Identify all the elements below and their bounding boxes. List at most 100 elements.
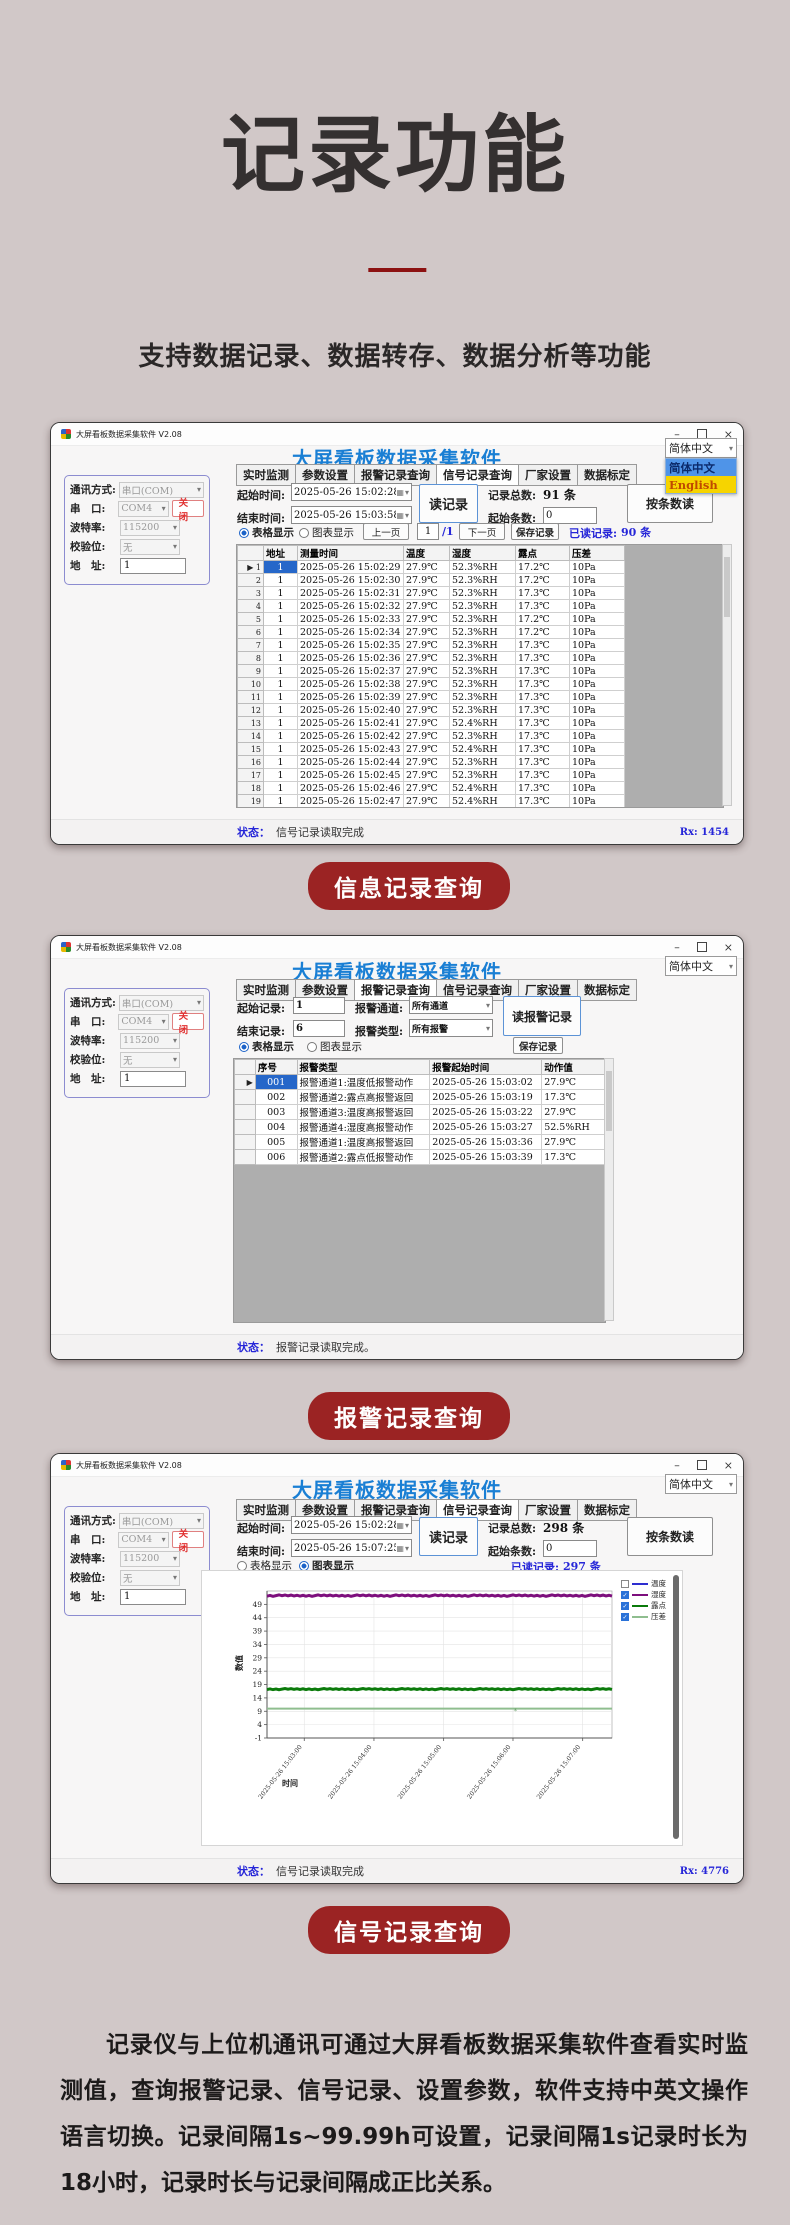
table-row[interactable]: 1912025-05-26 15:02:4727.9℃52.4%RH17.3℃1… — [238, 795, 625, 808]
table-row[interactable]: 006报警通道2:露点低报警动作2025-05-26 15:03:3917.3℃ — [235, 1150, 605, 1165]
start-index-input[interactable]: 0 — [543, 507, 597, 524]
table-row[interactable]: ▶ 001报警通道1:温度低报警动作2025-05-26 15:03:0227.… — [235, 1075, 605, 1090]
language-option[interactable]: English — [666, 476, 736, 493]
close-port-button[interactable]: 关闭 — [172, 1531, 204, 1548]
chart-view-radio[interactable]: 图表显示 — [299, 525, 354, 540]
column-header[interactable]: 报警起始时间 — [430, 1060, 542, 1075]
next-page-button[interactable]: 下一页 — [459, 523, 505, 540]
table-row[interactable]: 003报警通道3:温度高报警返回2025-05-26 15:03:2227.9℃ — [235, 1105, 605, 1120]
start-index-input[interactable]: 0 — [543, 1540, 597, 1557]
address-input[interactable]: 1 — [120, 558, 186, 574]
table-row[interactable]: 612025-05-26 15:02:3427.9℃52.3%RH17.2℃10… — [238, 626, 625, 639]
prev-page-button[interactable]: 上一页 — [363, 523, 409, 540]
language-option[interactable]: 简体中文 — [666, 459, 736, 476]
table-row[interactable]: 1812025-05-26 15:02:4627.9℃52.4%RH17.3℃1… — [238, 782, 625, 795]
tab-实时监测[interactable]: 实时监测 — [236, 979, 296, 1001]
parity-select[interactable]: 无▾ — [120, 1570, 180, 1586]
table-row[interactable]: 412025-05-26 15:02:3227.9℃52.3%RH17.3℃10… — [238, 600, 625, 613]
table-row[interactable]: 212025-05-26 15:02:3027.9℃52.3%RH17.2℃10… — [238, 574, 625, 587]
read-records-button[interactable]: 读记录 — [419, 1517, 478, 1556]
column-header[interactable]: 地址 — [264, 546, 298, 561]
end-time-input[interactable]: 2025-05-26 15:03:58▦▾ — [291, 506, 412, 524]
port-select[interactable]: COM4▾ — [118, 501, 168, 517]
table-row[interactable]: 004报警通道4:湿度高报警动作2025-05-26 15:03:2752.5%… — [235, 1120, 605, 1135]
minimize-icon[interactable]: – — [674, 1460, 680, 1471]
table-row[interactable]: 312025-05-26 15:02:3127.9℃52.3%RH17.3℃10… — [238, 587, 625, 600]
language-select[interactable]: 简体中文 ▾ — [665, 438, 737, 458]
read-by-count-button[interactable]: 按条数读 — [627, 1517, 713, 1556]
table-row[interactable]: 1212025-05-26 15:02:4027.9℃52.3%RH17.3℃1… — [238, 704, 625, 717]
column-header[interactable]: 测量时间 — [298, 546, 404, 561]
table-row[interactable]: 2012025-05-26 15:02:4827.9℃52.4%RH17.3℃1… — [238, 808, 625, 809]
alarm-type-select[interactable]: 所有报警▾ — [409, 1019, 493, 1037]
table-scrollbar[interactable] — [722, 544, 732, 806]
baud-select[interactable]: 115200▾ — [120, 520, 180, 536]
column-header[interactable]: 露点 — [516, 546, 570, 561]
port-select[interactable]: COM4▾ — [118, 1532, 168, 1548]
chart-scrollbar[interactable] — [673, 1575, 679, 1839]
parity-select[interactable]: 无▾ — [120, 1052, 180, 1068]
legend-checkbox[interactable]: ✓ — [621, 1591, 629, 1599]
table-view-radio[interactable]: 表格显示 — [239, 1039, 294, 1054]
legend-checkbox[interactable]: ✓ — [621, 1613, 629, 1621]
column-header[interactable]: 温度 — [404, 546, 450, 561]
read-alarm-records-button[interactable]: 读报警记录 — [503, 996, 581, 1036]
close-port-button[interactable]: 关闭 — [172, 500, 204, 517]
end-record-input[interactable]: 6 — [293, 1020, 345, 1037]
column-header[interactable]: 动作值 — [542, 1060, 605, 1075]
save-records-button[interactable]: 保存记录 — [511, 523, 559, 540]
column-header[interactable]: 压差 — [570, 546, 625, 561]
table-scrollbar[interactable] — [604, 1058, 614, 1321]
column-header[interactable]: 序号 — [255, 1060, 297, 1075]
tab-厂家设置[interactable]: 厂家设置 — [519, 464, 578, 486]
minimize-icon[interactable]: – — [674, 942, 680, 953]
table-row[interactable]: 912025-05-26 15:02:3727.9℃52.3%RH17.3℃10… — [238, 665, 625, 678]
maximize-icon[interactable] — [697, 942, 707, 952]
table-row[interactable]: 812025-05-26 15:02:3627.9℃52.3%RH17.3℃10… — [238, 652, 625, 665]
start-time-input[interactable]: 2025-05-26 15:02:28▦▾ — [291, 1516, 412, 1534]
table-row[interactable]: 1412025-05-26 15:02:4227.9℃52.3%RH17.3℃1… — [238, 730, 625, 743]
save-records-button[interactable]: 保存记录 — [513, 1037, 563, 1054]
close-icon[interactable]: × — [724, 942, 733, 953]
table-row[interactable]: 1312025-05-26 15:02:4127.9℃52.4%RH17.3℃1… — [238, 717, 625, 730]
read-records-button[interactable]: 读记录 — [419, 484, 478, 523]
table-row[interactable]: 712025-05-26 15:02:3527.9℃52.3%RH17.3℃10… — [238, 639, 625, 652]
alarm-channel-select[interactable]: 所有通道▾ — [409, 996, 493, 1014]
maximize-icon[interactable] — [697, 1460, 707, 1470]
tab-实时监测[interactable]: 实时监测 — [236, 464, 296, 486]
legend-checkbox[interactable]: ✓ — [621, 1602, 629, 1610]
language-select[interactable]: 简体中文 ▾ — [665, 956, 737, 976]
start-record-input[interactable]: 1 — [293, 997, 345, 1014]
port-select[interactable]: COM4▾ — [118, 1014, 168, 1030]
table-row[interactable]: 1712025-05-26 15:02:4527.9℃52.3%RH17.3℃1… — [238, 769, 625, 782]
table-row[interactable]: 005报警通道1:温度高报警返回2025-05-26 15:03:3627.9℃ — [235, 1135, 605, 1150]
chart-view-radio[interactable]: 图表显示 — [307, 1039, 362, 1054]
column-header[interactable]: 湿度 — [450, 546, 516, 561]
tab-实时监测[interactable]: 实时监测 — [236, 1499, 296, 1521]
page-number-input[interactable]: 1 — [417, 523, 439, 540]
baud-select[interactable]: 115200▾ — [120, 1551, 180, 1567]
tab-数据标定[interactable]: 数据标定 — [578, 464, 637, 486]
tab-信号记录查询[interactable]: 信号记录查询 — [437, 464, 519, 486]
close-port-button[interactable]: 关闭 — [172, 1013, 204, 1030]
table-row[interactable]: 1012025-05-26 15:02:3827.9℃52.3%RH17.3℃1… — [238, 678, 625, 691]
tab-厂家设置[interactable]: 厂家设置 — [519, 1499, 578, 1521]
table-row[interactable]: 512025-05-26 15:02:3327.9℃52.3%RH17.2℃10… — [238, 613, 625, 626]
table-row[interactable]: 1512025-05-26 15:02:4327.9℃52.4%RH17.3℃1… — [238, 743, 625, 756]
baud-select[interactable]: 115200▾ — [120, 1033, 180, 1049]
language-select[interactable]: 简体中文 ▾ — [665, 1474, 737, 1494]
column-header[interactable]: 报警类型 — [297, 1060, 430, 1075]
close-icon[interactable]: × — [724, 1460, 733, 1471]
end-time-input[interactable]: 2025-05-26 15:07:25▦▾ — [291, 1539, 412, 1557]
tab-数据标定[interactable]: 数据标定 — [578, 979, 637, 1001]
address-input[interactable]: 1 — [120, 1071, 186, 1087]
table-view-radio[interactable]: 表格显示 — [239, 525, 294, 540]
table-row[interactable]: 1612025-05-26 15:02:4427.9℃52.3%RH17.3℃1… — [238, 756, 625, 769]
start-time-input[interactable]: 2025-05-26 15:02:28▦▾ — [291, 483, 412, 501]
legend-checkbox[interactable] — [621, 1580, 629, 1588]
table-row[interactable]: 1112025-05-26 15:02:3927.9℃52.3%RH17.3℃1… — [238, 691, 625, 704]
parity-select[interactable]: 无▾ — [120, 539, 180, 555]
table-row[interactable]: ▶ 112025-05-26 15:02:2927.9℃52.3%RH17.2℃… — [238, 561, 625, 574]
address-input[interactable]: 1 — [120, 1589, 186, 1605]
table-row[interactable]: 002报警通道2:露点高报警返回2025-05-26 15:03:1917.3℃ — [235, 1090, 605, 1105]
